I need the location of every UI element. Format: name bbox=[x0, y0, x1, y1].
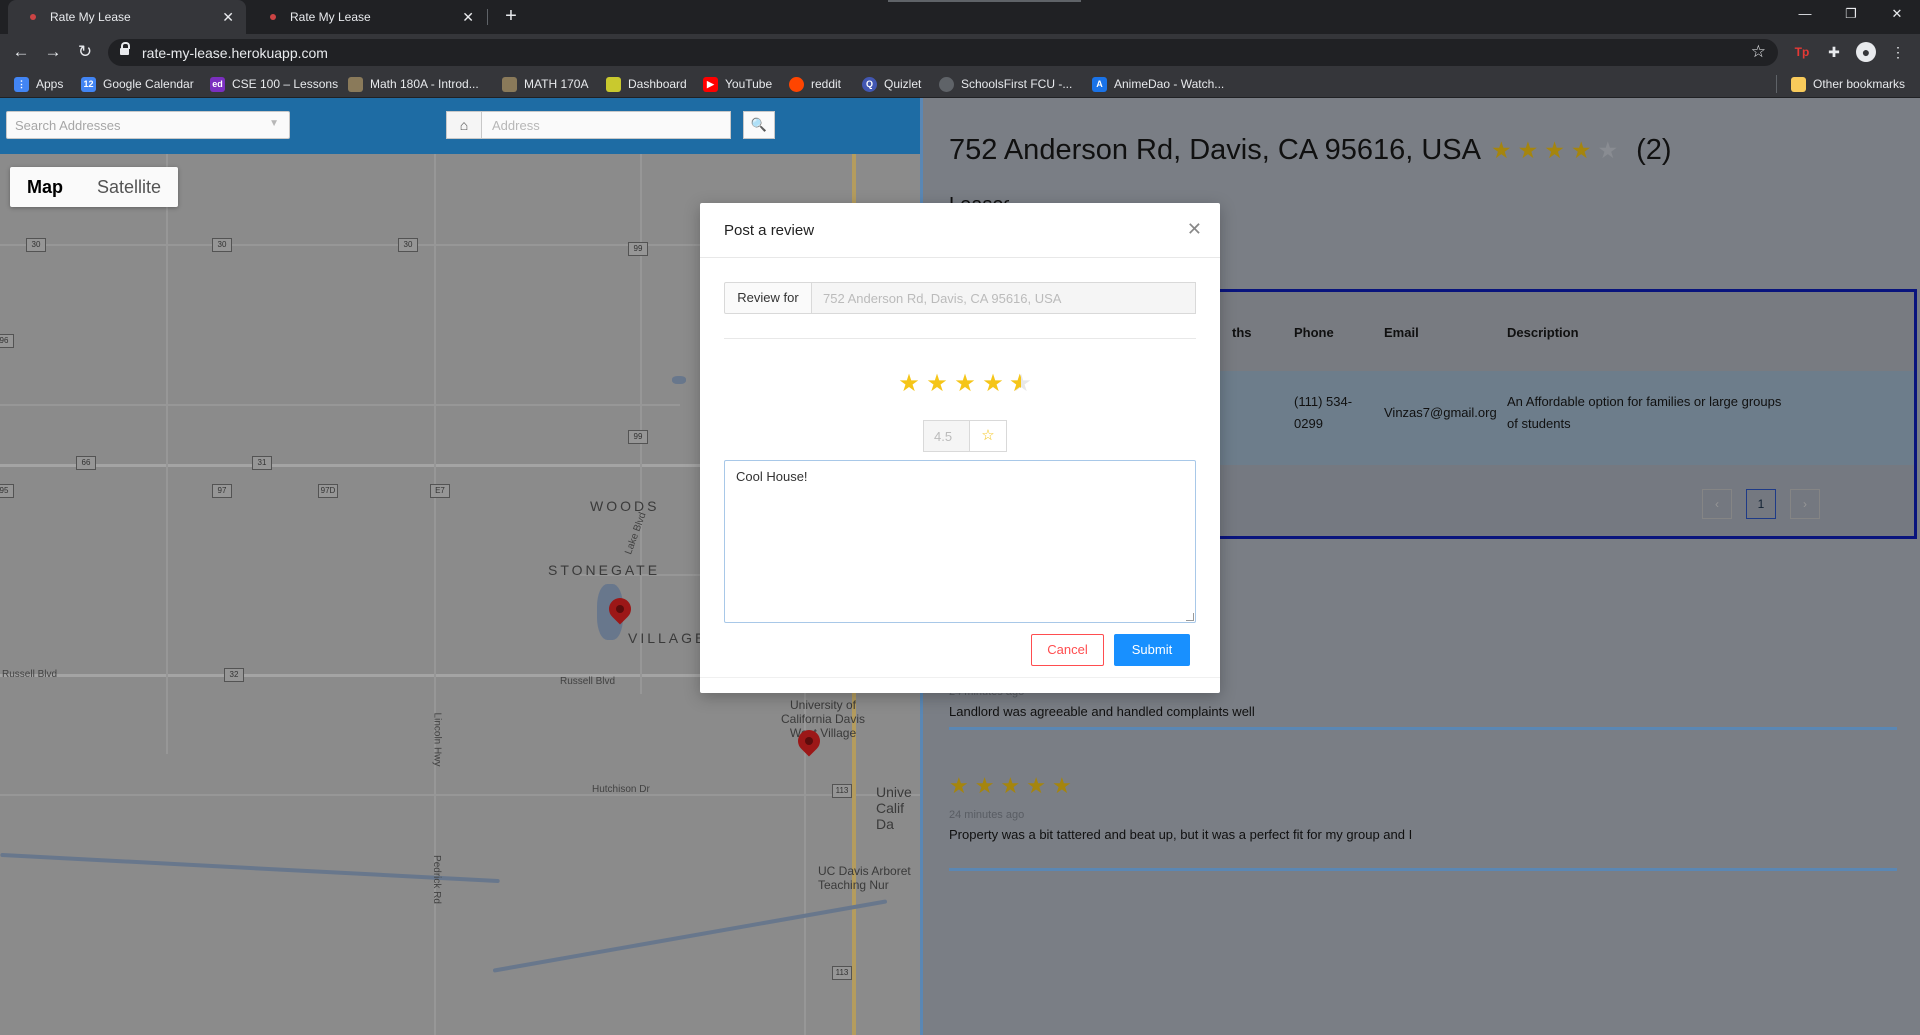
page-icon bbox=[502, 76, 517, 92]
tab-title: Rate My Lease bbox=[290, 10, 371, 24]
browser-tab[interactable]: Rate My Lease ✕ bbox=[248, 0, 486, 34]
bookmark-label: SchoolsFirst FCU -... bbox=[961, 77, 1073, 91]
calendar-icon: 12 bbox=[81, 76, 96, 92]
bookmark-label: YouTube bbox=[725, 77, 773, 91]
rating-number-input[interactable]: 4.5 bbox=[923, 420, 970, 452]
youtube-icon: ▶ bbox=[703, 76, 718, 92]
post-review-modal: Post a review ✕ Review for 752 Anderson … bbox=[700, 203, 1220, 693]
bookmark-cse100[interactable]: ed CSE 100 – Lessons bbox=[210, 75, 338, 93]
bookmark-label: reddit bbox=[811, 77, 842, 91]
bookmark-label: AnimeDao - Watch... bbox=[1114, 77, 1225, 91]
site-favicon-icon bbox=[30, 14, 36, 20]
bookmark-label: Apps bbox=[36, 77, 64, 91]
bookmark-math170a[interactable]: MATH 170A bbox=[502, 75, 588, 93]
browser-toolbar: ← → ↻ rate-my-lease.herokuapp.com ☆ Tp ✚… bbox=[0, 34, 1920, 70]
more-menu-icon[interactable]: ⋮ bbox=[1888, 42, 1908, 62]
address-bar[interactable]: rate-my-lease.herokuapp.com ☆ bbox=[108, 39, 1778, 66]
star-filled-icon[interactable]: ★ bbox=[953, 369, 977, 398]
star-outline-icon: ☆ bbox=[969, 420, 1007, 452]
bookmark-label: Math 180A - Introd... bbox=[370, 77, 479, 91]
apps-grid-icon: ⋮ bbox=[14, 76, 29, 92]
submit-button[interactable]: Submit bbox=[1114, 634, 1190, 666]
lock-icon[interactable] bbox=[120, 42, 130, 57]
url-text: rate-my-lease.herokuapp.com bbox=[142, 45, 328, 61]
other-bookmarks[interactable]: Other bookmarks bbox=[1791, 75, 1905, 93]
bookmarks-bar: ⋮ Apps 12 Google Calendar ed CSE 100 – Less… bbox=[0, 70, 1920, 98]
page-icon bbox=[348, 76, 363, 92]
bookmark-label: CSE 100 – Lessons bbox=[232, 77, 339, 91]
bookmark-schoolsfirst[interactable]: SchoolsFirst FCU -... bbox=[939, 75, 1072, 93]
site-favicon-icon bbox=[270, 14, 276, 20]
tab-separator bbox=[487, 9, 488, 25]
close-tab-icon[interactable]: ✕ bbox=[222, 9, 234, 26]
rating-stars[interactable]: ★ ★ ★ ★ ★ bbox=[897, 369, 1037, 398]
modal-divider bbox=[724, 338, 1196, 339]
profile-avatar-icon[interactable]: ● bbox=[1856, 42, 1876, 62]
review-for-label: Review for bbox=[724, 282, 812, 314]
bookmark-animedao[interactable]: A AnimeDao - Watch... bbox=[1092, 75, 1224, 93]
review-for-field: Review for 752 Anderson Rd, Davis, CA 95… bbox=[724, 282, 1196, 314]
forward-arrow-icon[interactable]: → bbox=[41, 40, 65, 64]
browser-tab-active[interactable]: Rate My Lease ✕ bbox=[8, 0, 246, 34]
close-tab-icon[interactable]: ✕ bbox=[462, 9, 474, 26]
ed-icon: ed bbox=[210, 76, 225, 92]
bookmark-apps[interactable]: ⋮ Apps bbox=[14, 75, 63, 93]
bookmark-label: Dashboard bbox=[628, 77, 687, 91]
window-drag-highlight bbox=[888, 0, 1081, 2]
folder-icon bbox=[1791, 76, 1806, 92]
bookmark-divider bbox=[1776, 75, 1777, 93]
extensions-puzzle-icon[interactable]: ✚ bbox=[1824, 42, 1844, 62]
close-icon[interactable]: ✕ bbox=[1187, 219, 1202, 240]
quizlet-icon: Q bbox=[862, 76, 877, 92]
tab-title: Rate My Lease bbox=[50, 10, 131, 24]
bookmark-youtube[interactable]: ▶ YouTube bbox=[703, 75, 772, 93]
bookmark-google-calendar[interactable]: 12 Google Calendar bbox=[81, 75, 194, 93]
modal-title: Post a review bbox=[724, 222, 815, 239]
star-half-icon[interactable]: ★ bbox=[1009, 369, 1033, 398]
resize-grip-icon[interactable] bbox=[1186, 613, 1194, 621]
new-tab-plus-icon[interactable]: + bbox=[498, 4, 524, 30]
reddit-icon bbox=[789, 76, 804, 92]
browser-tab-bar: Rate My Lease ✕ Rate My Lease ✕ + — ❐ ✕ bbox=[0, 0, 1920, 34]
close-window-icon[interactable]: ✕ bbox=[1874, 0, 1920, 30]
bookmark-label: Google Calendar bbox=[103, 77, 194, 91]
animedao-icon: A bbox=[1092, 76, 1107, 92]
star-filled-icon[interactable]: ★ bbox=[897, 369, 921, 398]
bookmark-quizlet[interactable]: Q Quizlet bbox=[862, 75, 921, 93]
bookmark-label: MATH 170A bbox=[524, 77, 589, 91]
star-filled-icon[interactable]: ★ bbox=[925, 369, 949, 398]
bookmark-star-icon[interactable]: ☆ bbox=[1751, 42, 1766, 62]
star-filled-icon[interactable]: ★ bbox=[981, 369, 1005, 398]
bookmark-reddit[interactable]: reddit bbox=[789, 75, 841, 93]
cancel-button[interactable]: Cancel bbox=[1031, 634, 1104, 666]
bookmark-math180a[interactable]: Math 180A - Introd... bbox=[348, 75, 479, 93]
review-textarea[interactable]: Cool House! bbox=[724, 460, 1196, 623]
restore-window-icon[interactable]: ❐ bbox=[1828, 0, 1874, 30]
back-arrow-icon[interactable]: ← bbox=[9, 40, 33, 64]
globe-icon bbox=[939, 76, 954, 92]
bookmark-dashboard[interactable]: Dashboard bbox=[606, 75, 687, 93]
minimize-window-icon[interactable]: — bbox=[1782, 0, 1828, 30]
modal-header: Post a review ✕ bbox=[700, 203, 1220, 258]
feather-icon bbox=[606, 76, 621, 92]
reload-icon[interactable]: ↻ bbox=[73, 40, 97, 64]
bookmark-label: Quizlet bbox=[884, 77, 922, 91]
extension-tp-icon[interactable]: Tp bbox=[1792, 42, 1812, 62]
modal-footer-divider bbox=[700, 677, 1220, 678]
bookmark-label: Other bookmarks bbox=[1813, 77, 1906, 91]
review-for-input[interactable]: 752 Anderson Rd, Davis, CA 95616, USA bbox=[812, 282, 1196, 314]
